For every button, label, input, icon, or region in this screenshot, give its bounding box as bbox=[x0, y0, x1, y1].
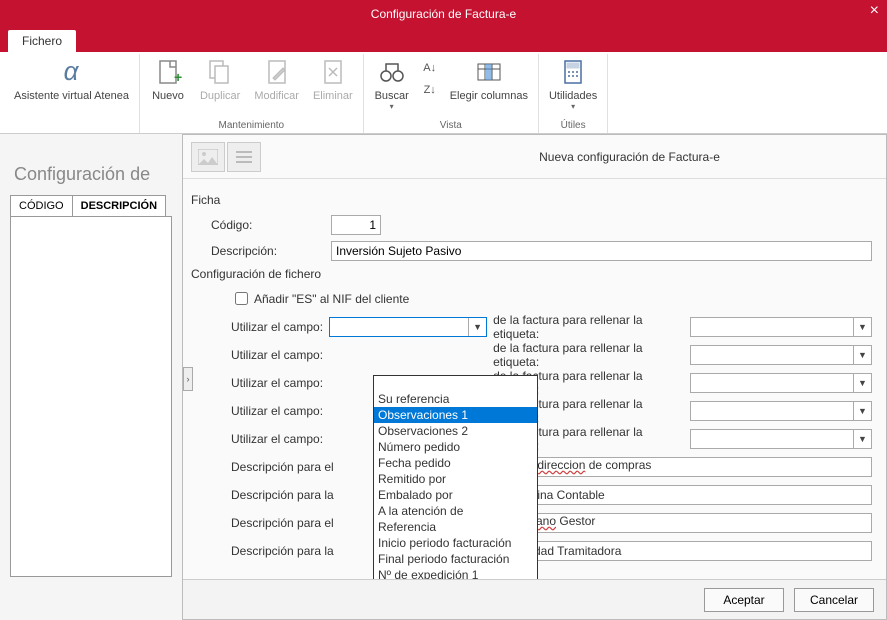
background-panel: Configuración de CÓDIGO DESCRIPCIÓN bbox=[0, 138, 182, 585]
dropdown-option[interactable] bbox=[374, 376, 537, 391]
ribbon-group-view: Buscar ▾ A↓ Z↓ Elegir columnas Vista bbox=[364, 54, 539, 133]
columns-icon bbox=[473, 56, 505, 88]
svg-text:+: + bbox=[174, 69, 182, 85]
utilities-button[interactable]: Utilidades ▾ bbox=[545, 54, 601, 113]
modify-button[interactable]: Modificar bbox=[250, 54, 303, 104]
target-combo-2[interactable]: ▼ bbox=[690, 345, 872, 365]
cancel-button[interactable]: Cancelar bbox=[794, 588, 874, 612]
dialog-title: Nueva configuración de Factura-e bbox=[381, 150, 878, 164]
bg-list[interactable] bbox=[10, 217, 172, 577]
header-image-icon[interactable] bbox=[191, 142, 225, 172]
use-field-label: Utilizar el campo: bbox=[231, 320, 329, 334]
new-button[interactable]: + Nuevo bbox=[146, 54, 190, 104]
descripcion-input[interactable] bbox=[331, 241, 872, 261]
dialog-footer: Aceptar Cancelar bbox=[183, 579, 886, 619]
desc-input-4[interactable] bbox=[511, 541, 872, 561]
config-dialog: Nueva configuración de Factura-e › Ficha… bbox=[182, 134, 887, 620]
target-combo-1[interactable]: ▼ bbox=[690, 317, 872, 337]
chevron-down-icon: ▾ bbox=[390, 102, 394, 111]
chevron-down-icon[interactable]: ▼ bbox=[853, 402, 871, 420]
target-combo-4[interactable]: ▼ bbox=[690, 401, 872, 421]
section-config: Configuración de fichero bbox=[191, 267, 872, 281]
es-nif-checkbox[interactable] bbox=[235, 292, 248, 305]
dropdown-option[interactable]: Referencia bbox=[374, 519, 537, 535]
bg-panel-title: Configuración de bbox=[14, 164, 172, 185]
bg-tab-codigo[interactable]: CÓDIGO bbox=[10, 195, 73, 216]
fill-label: de la factura para rellenar la etiqueta: bbox=[487, 341, 690, 369]
dropdown-option[interactable]: A la atención de bbox=[374, 503, 537, 519]
ribbon-group-assistant: α Asistente virtual Atenea bbox=[4, 54, 140, 133]
use-field-label: Utilizar el campo: bbox=[231, 348, 329, 362]
chevron-down-icon: ▾ bbox=[571, 102, 575, 111]
choose-columns-button[interactable]: Elegir columnas bbox=[446, 54, 532, 104]
use-field-label: Utilizar el campo: bbox=[231, 432, 329, 446]
ribbon-group-maintenance: + Nuevo Duplicar Modificar Eliminar Mant… bbox=[140, 54, 364, 133]
dialog-body: › Ficha Código: Descripción: Configuraci… bbox=[183, 179, 886, 579]
calculator-icon bbox=[557, 56, 589, 88]
source-combo-1[interactable]: ▼ bbox=[329, 317, 487, 337]
sort-za-icon: Z↓ bbox=[424, 84, 436, 96]
codigo-input[interactable] bbox=[331, 215, 381, 235]
dropdown-option[interactable]: Remitido por bbox=[374, 471, 537, 487]
dropdown-option[interactable]: Fecha pedido bbox=[374, 455, 537, 471]
window-titlebar: Configuración de Factura-e × bbox=[0, 0, 887, 28]
dropdown-option[interactable]: Final periodo facturación bbox=[374, 551, 537, 567]
delete-icon bbox=[317, 56, 349, 88]
modify-icon bbox=[261, 56, 293, 88]
chevron-down-icon[interactable]: ▼ bbox=[853, 318, 871, 336]
desc-input-3[interactable]: Organo Gestor bbox=[511, 513, 872, 533]
dropdown-option[interactable]: Nº de expedición 1 bbox=[374, 567, 537, 579]
ribbon-group-label-utils: Útiles bbox=[561, 120, 586, 133]
tab-fichero[interactable]: Fichero bbox=[8, 30, 76, 52]
es-nif-label: Añadir "ES" al NIF del cliente bbox=[254, 292, 409, 306]
dialog-header: Nueva configuración de Factura-e bbox=[183, 135, 886, 179]
dropdown-option[interactable]: Embalado por bbox=[374, 487, 537, 503]
target-combo-3[interactable]: ▼ bbox=[690, 373, 872, 393]
main-area: Configuración de CÓDIGO DESCRIPCIÓN Nuev… bbox=[0, 134, 887, 620]
desc-input-1[interactable]: Subdireccion de compras bbox=[511, 457, 872, 477]
chevron-down-icon[interactable]: ▼ bbox=[853, 374, 871, 392]
close-icon[interactable]: × bbox=[870, 2, 879, 20]
delete-button[interactable]: Eliminar bbox=[309, 54, 357, 104]
ribbon: α Asistente virtual Atenea + Nuevo Dupli… bbox=[0, 52, 887, 134]
section-ficha: Ficha bbox=[191, 193, 872, 207]
ribbon-group-label-maint: Mantenimiento bbox=[219, 120, 285, 133]
ribbon-group-label-view: Vista bbox=[440, 120, 462, 133]
accept-button[interactable]: Aceptar bbox=[704, 588, 784, 612]
target-combo-5[interactable]: ▼ bbox=[690, 429, 872, 449]
dropdown-option[interactable]: Inicio periodo facturación bbox=[374, 535, 537, 551]
chevron-down-icon[interactable]: ▼ bbox=[853, 346, 871, 364]
label-codigo: Código: bbox=[211, 218, 331, 232]
sort-az-button[interactable]: A↓ bbox=[420, 58, 440, 78]
dropdown-option[interactable]: Número pedido bbox=[374, 439, 537, 455]
header-list-icon[interactable] bbox=[227, 142, 261, 172]
window-title: Configuración de Factura-e bbox=[371, 7, 516, 21]
duplicate-icon bbox=[204, 56, 236, 88]
bg-tab-descripcion[interactable]: DESCRIPCIÓN bbox=[72, 195, 166, 216]
new-doc-icon: + bbox=[152, 56, 184, 88]
use-field-label: Utilizar el campo: bbox=[231, 404, 329, 418]
bg-tabs: CÓDIGO DESCRIPCIÓN bbox=[10, 195, 172, 217]
dropdown-option[interactable]: Su referencia bbox=[374, 391, 537, 407]
tabstrip: Fichero bbox=[0, 28, 887, 52]
sort-az-icon: A↓ bbox=[423, 62, 436, 74]
label-descripcion: Descripción: bbox=[211, 244, 331, 258]
chevron-down-icon[interactable]: ▼ bbox=[468, 318, 486, 336]
sort-za-button[interactable]: Z↓ bbox=[420, 80, 440, 100]
alpha-icon: α bbox=[55, 56, 87, 88]
find-button[interactable]: Buscar ▾ bbox=[370, 54, 414, 113]
dropdown-option[interactable]: Observaciones 2 bbox=[374, 423, 537, 439]
dropdown-option[interactable]: Observaciones 1 bbox=[374, 407, 537, 423]
fill-label: de la factura para rellenar la etiqueta: bbox=[487, 313, 690, 341]
collapse-handle[interactable]: › bbox=[183, 367, 193, 391]
duplicate-button[interactable]: Duplicar bbox=[196, 54, 244, 104]
svg-text:α: α bbox=[64, 57, 80, 86]
assistant-button[interactable]: α Asistente virtual Atenea bbox=[10, 54, 133, 104]
chevron-down-icon[interactable]: ▼ bbox=[853, 430, 871, 448]
ribbon-group-utils: Utilidades ▾ Útiles bbox=[539, 54, 608, 133]
use-field-label: Utilizar el campo: bbox=[231, 376, 329, 390]
binoculars-icon bbox=[376, 56, 408, 88]
dropdown-panel[interactable]: Su referenciaObservaciones 1Observacione… bbox=[373, 375, 538, 579]
desc-input-2[interactable] bbox=[511, 485, 872, 505]
